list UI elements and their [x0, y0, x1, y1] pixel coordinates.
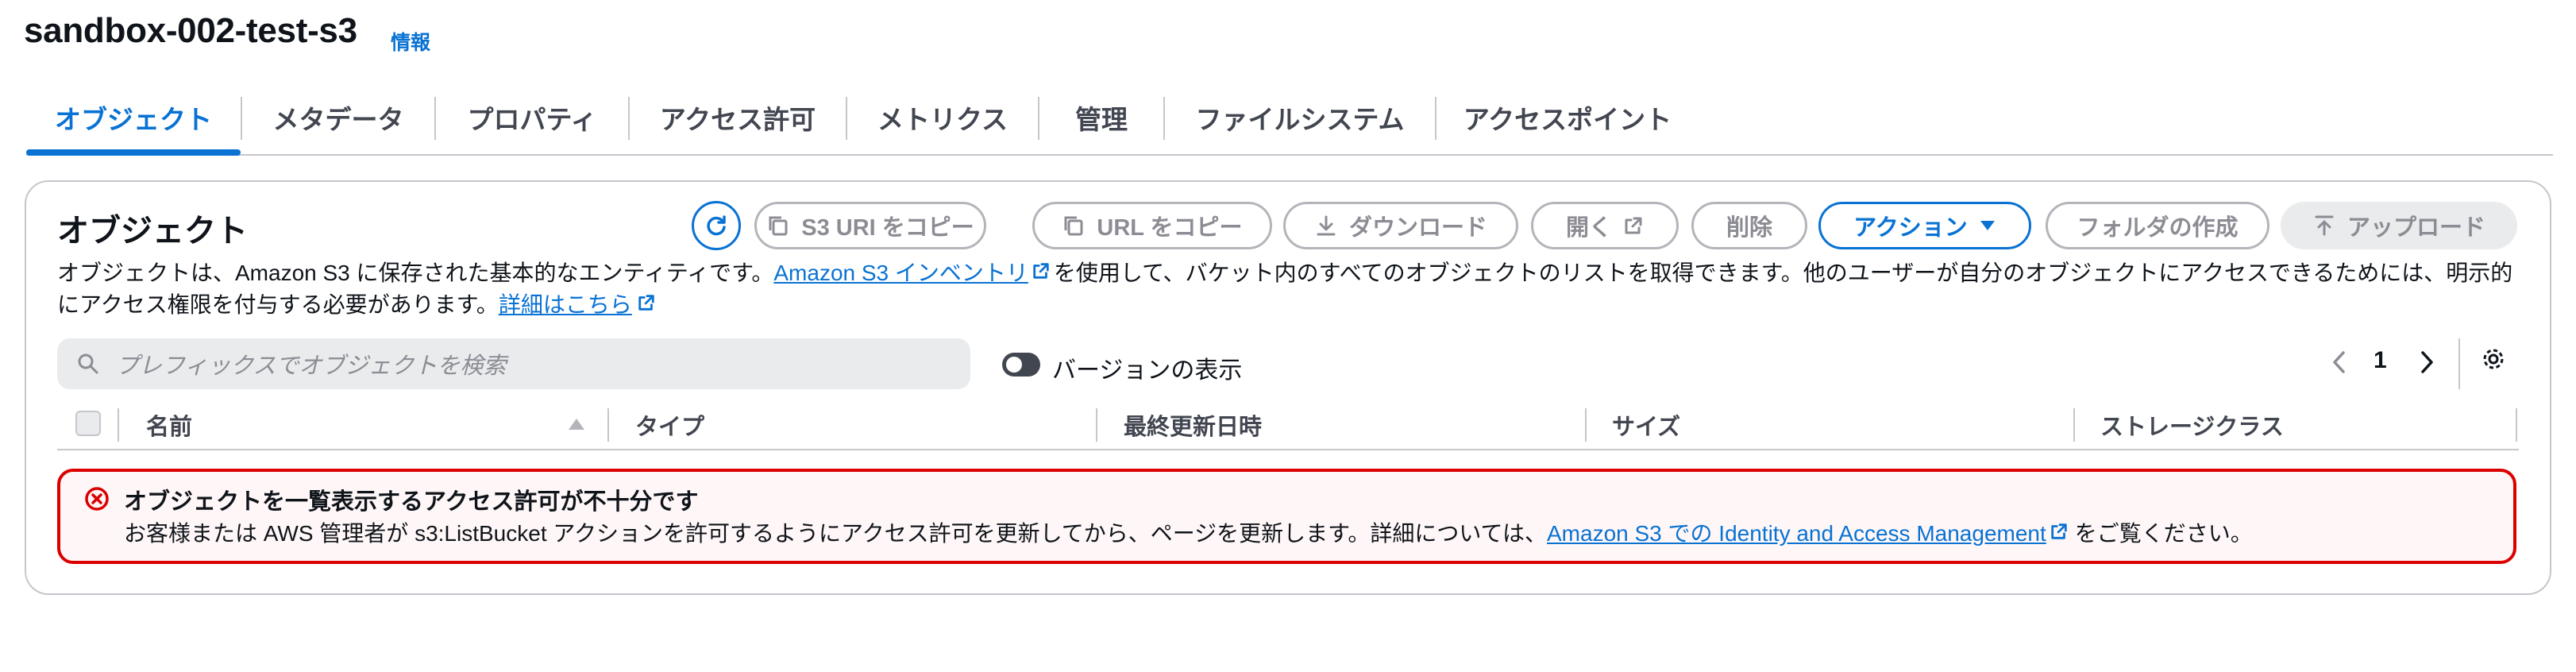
column-divider: [2516, 408, 2517, 442]
chevron-right-icon[interactable]: [2416, 348, 2438, 377]
column-divider: [607, 408, 609, 442]
actions-dropdown-button[interactable]: アクション: [1818, 202, 2031, 249]
tab-metrics[interactable]: メトリクス: [847, 83, 1038, 153]
copy-icon: [1062, 214, 1086, 238]
refresh-button[interactable]: [692, 201, 741, 250]
upload-label: アップロード: [2347, 215, 2485, 241]
external-link-icon: [2050, 522, 2069, 541]
delete-button[interactable]: 削除: [1691, 202, 1807, 249]
column-divider: [1096, 408, 1097, 442]
show-versions-label: バージョンの表示: [1052, 357, 1243, 384]
alert-message: お客様または AWS 管理者が s3:ListBucket アクションを許可する…: [124, 516, 2253, 548]
copy-icon: [766, 214, 790, 238]
column-divider: [118, 408, 119, 442]
tab-metadata[interactable]: メタデータ: [242, 83, 434, 153]
download-label: ダウンロード: [1348, 215, 1487, 241]
download-icon: [1314, 214, 1338, 238]
tab-bar: オブジェクト メタデータ プロパティ アクセス許可 メトリクス 管理 ファイルシ…: [26, 83, 2553, 156]
create-folder-label: フォルダの作成: [2077, 215, 2239, 241]
search-placeholder: プレフィックスでオブジェクトを検索: [116, 353, 507, 379]
tab-file-system[interactable]: ファイルシステム: [1165, 83, 1435, 153]
alert-body-text: をご覧ください。: [2074, 521, 2253, 546]
chevron-left-icon[interactable]: [2328, 348, 2350, 377]
column-header-name[interactable]: 名前: [146, 408, 192, 442]
tab-properties[interactable]: プロパティ: [436, 83, 628, 153]
column-header-size[interactable]: サイズ: [1612, 408, 1680, 442]
info-link[interactable]: 情報: [391, 27, 430, 56]
description-text: オブジェクトは、Amazon S3 に保存された基本的なエンティティです。: [57, 261, 774, 285]
delete-label: 削除: [1726, 215, 1772, 241]
copy-url-button[interactable]: URL をコピー: [1032, 202, 1272, 249]
download-button[interactable]: ダウンロード: [1283, 202, 1518, 249]
objects-description: オブジェクトは、Amazon S3 に保存された基本的なエンティティです。Ama…: [57, 257, 2535, 321]
actions-label: アクション: [1853, 215, 1968, 241]
copy-s3-uri-button[interactable]: S3 URI をコピー: [754, 202, 986, 249]
column-divider: [1585, 408, 1587, 442]
create-folder-button[interactable]: フォルダの作成: [2046, 202, 2269, 249]
settings-gear-icon[interactable]: [2479, 345, 2508, 373]
tab-permissions[interactable]: アクセス許可: [630, 83, 846, 153]
pagination-divider: [2458, 338, 2460, 389]
sort-ascending-icon[interactable]: [567, 416, 586, 432]
search-icon: [76, 352, 100, 376]
select-all-checkbox[interactable]: [75, 411, 101, 436]
learn-more-link[interactable]: 詳細はこちら: [499, 292, 632, 317]
upload-icon: [2312, 214, 2336, 238]
current-page-number[interactable]: 1: [2374, 347, 2387, 374]
column-header-storage-class[interactable]: ストレージクラス: [2100, 408, 2284, 442]
external-link-icon: [637, 293, 656, 312]
external-link-icon: [1623, 215, 1644, 236]
refresh-icon: [704, 213, 729, 238]
open-label: 開く: [1565, 215, 1612, 241]
inventory-link[interactable]: Amazon S3 インベントリ: [773, 261, 1028, 285]
upload-button[interactable]: アップロード: [2281, 202, 2517, 249]
page-title: sandbox-002-test-s3: [24, 11, 357, 50]
column-header-type[interactable]: タイプ: [635, 408, 704, 442]
external-link-icon: [1032, 261, 1051, 280]
objects-section-title: オブジェクト: [57, 214, 248, 249]
show-versions-toggle[interactable]: [1002, 353, 1040, 377]
copy-s3-uri-label: S3 URI をコピー: [801, 215, 974, 241]
iam-documentation-link[interactable]: Amazon S3 での Identity and Access Managem…: [1547, 521, 2046, 546]
column-header-last-modified[interactable]: 最終更新日時: [1124, 408, 1262, 442]
alert-body-text: お客様または AWS 管理者が s3:ListBucket アクションを許可する…: [124, 521, 1547, 546]
open-button[interactable]: 開く: [1531, 202, 1679, 249]
tab-objects[interactable]: オブジェクト: [26, 83, 241, 156]
error-icon: [84, 486, 110, 512]
search-input[interactable]: プレフィックスでオブジェクトを検索: [57, 338, 970, 389]
table-header-divider: [57, 449, 2519, 450]
column-divider: [2073, 408, 2075, 442]
alert-title: オブジェクトを一覧表示するアクセス許可が不十分です: [124, 489, 699, 515]
tab-access-points[interactable]: アクセスポイント: [1436, 83, 1699, 153]
caret-down-icon: [1979, 218, 1996, 233]
copy-url-label: URL をコピー: [1097, 215, 1243, 241]
tab-management[interactable]: 管理: [1039, 83, 1163, 153]
